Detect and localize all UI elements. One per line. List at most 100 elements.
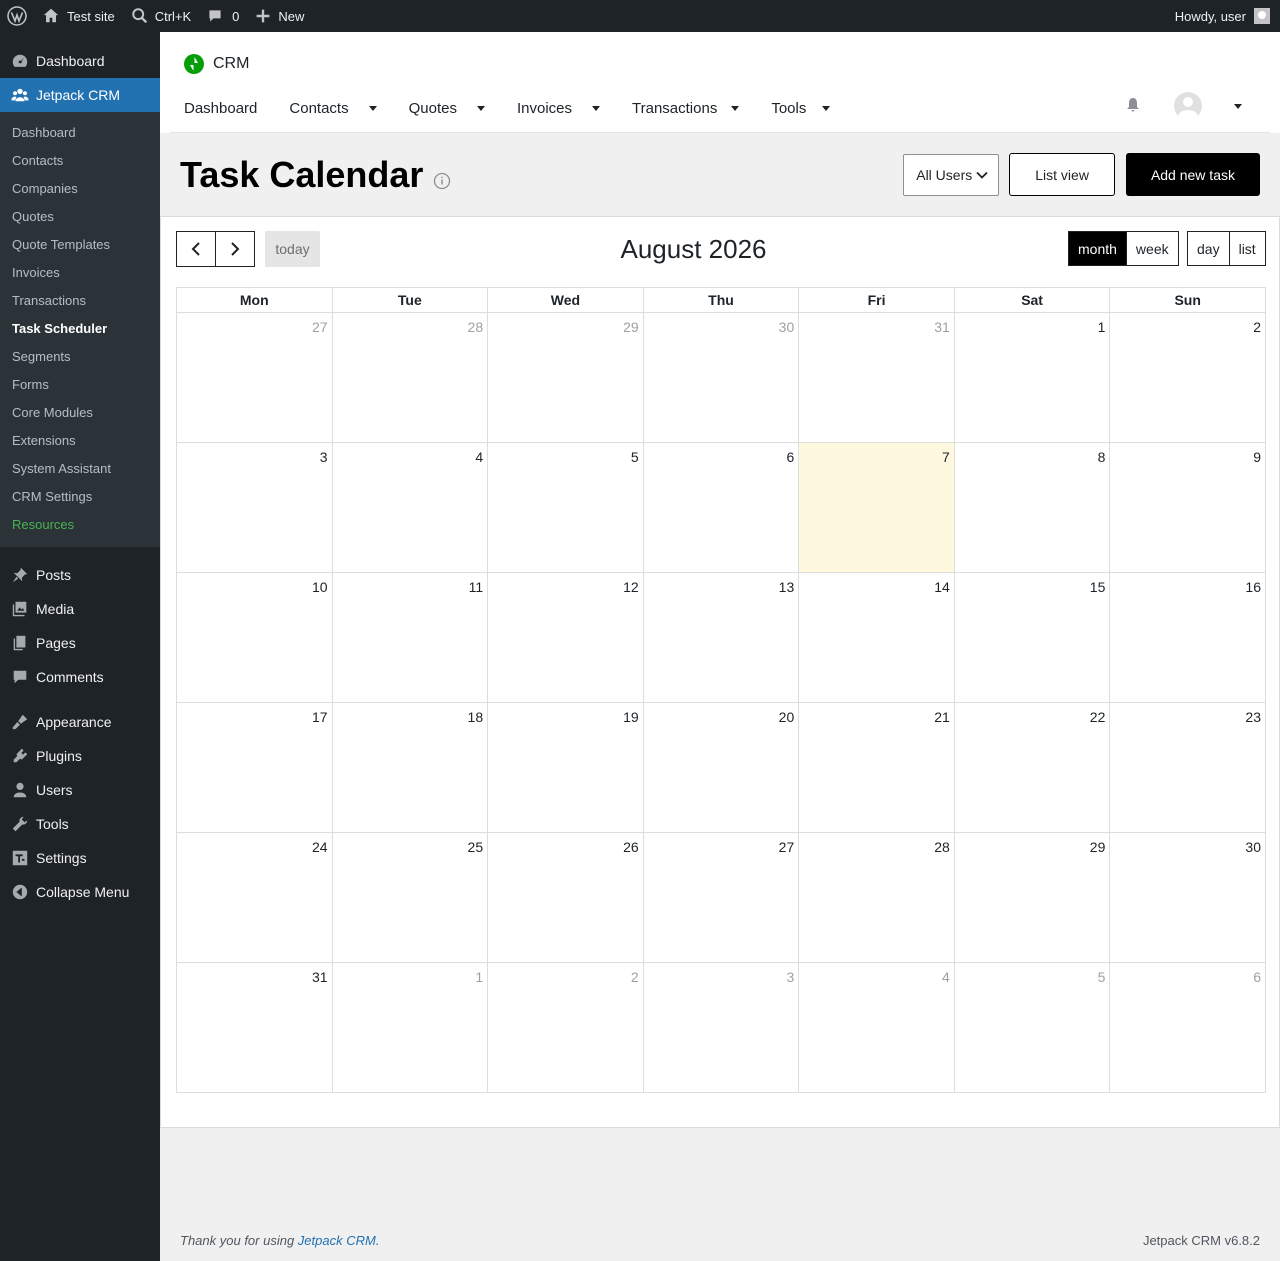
submenu-segments[interactable]: Segments — [0, 343, 160, 371]
day-number[interactable]: 2 — [1253, 319, 1261, 335]
calendar-day-cell[interactable]: 8 — [953, 442, 1111, 573]
day-number[interactable]: 26 — [623, 839, 639, 855]
account-menu-caret-icon[interactable] — [1234, 103, 1242, 109]
day-number[interactable]: 21 — [934, 709, 950, 725]
calendar-day-cell[interactable]: 29 — [953, 832, 1111, 963]
submenu-dashboard[interactable]: Dashboard — [0, 119, 160, 147]
calendar-day-cell[interactable]: 2 — [487, 962, 644, 1093]
submenu-forms[interactable]: Forms — [0, 371, 160, 399]
calendar-day-cell[interactable]: 1 — [331, 962, 489, 1093]
menu-comments[interactable]: Comments — [0, 660, 160, 694]
day-number[interactable]: 25 — [468, 839, 484, 855]
calendar-day-cell[interactable]: 27 — [642, 832, 800, 963]
calendar-day-cell[interactable]: 5 — [953, 962, 1111, 1093]
calendar-day-cell[interactable]: 31 — [176, 962, 333, 1093]
nav-quotes[interactable]: Quotes — [409, 100, 485, 117]
calendar-day-cell[interactable]: 10 — [176, 572, 333, 703]
calendar-day-cell[interactable]: 6 — [642, 442, 800, 573]
day-number[interactable]: 15 — [1090, 579, 1106, 595]
submenu-invoices[interactable]: Invoices — [0, 259, 160, 287]
day-number[interactable]: 3 — [320, 449, 328, 465]
view-week-button[interactable]: week — [1126, 231, 1179, 266]
menu-media[interactable]: Media — [0, 592, 160, 626]
crm-brand[interactable]: CRM — [184, 54, 249, 74]
submenu-contacts[interactable]: Contacts — [0, 147, 160, 175]
day-number[interactable]: 1 — [1098, 319, 1106, 335]
day-number[interactable]: 30 — [1245, 839, 1261, 855]
user-filter-select[interactable]: All Users — [903, 153, 1000, 196]
jetpack-crm-link[interactable]: Jetpack CRM — [298, 1233, 376, 1248]
day-number[interactable]: 12 — [623, 579, 639, 595]
calendar-day-cell[interactable]: 1 — [953, 312, 1111, 443]
day-number[interactable]: 13 — [779, 579, 795, 595]
day-number[interactable]: 17 — [312, 709, 328, 725]
calendar-day-cell[interactable]: 12 — [487, 572, 644, 703]
submenu-system-assistant[interactable]: System Assistant — [0, 455, 160, 483]
site-name-link[interactable]: Test site — [34, 0, 123, 32]
day-number[interactable]: 18 — [468, 709, 484, 725]
calendar-day-cell[interactable]: 23 — [1109, 702, 1266, 833]
my-account-link[interactable]: Howdy, user — [1167, 0, 1280, 32]
day-number[interactable]: 20 — [779, 709, 795, 725]
list-view-button[interactable]: List view — [1009, 153, 1115, 196]
user-avatar[interactable] — [1174, 92, 1202, 120]
day-number[interactable]: 10 — [312, 579, 328, 595]
menu-pages[interactable]: Pages — [0, 626, 160, 660]
calendar-day-cell[interactable]: 4 — [331, 442, 489, 573]
day-number[interactable]: 19 — [623, 709, 639, 725]
nav-tools[interactable]: Tools — [771, 100, 831, 117]
nav-dashboard[interactable]: Dashboard — [184, 100, 257, 117]
day-number[interactable]: 14 — [934, 579, 950, 595]
day-number[interactable]: 3 — [786, 969, 794, 985]
submenu-extensions[interactable]: Extensions — [0, 427, 160, 455]
day-number[interactable]: 30 — [779, 319, 795, 335]
day-number[interactable]: 28 — [468, 319, 484, 335]
menu-appearance[interactable]: Appearance — [0, 705, 160, 739]
calendar-day-cell[interactable]: 28 — [798, 832, 955, 963]
day-number[interactable]: 16 — [1245, 579, 1261, 595]
menu-tools[interactable]: Tools — [0, 807, 160, 841]
calendar-day-cell[interactable]: 21 — [798, 702, 955, 833]
view-month-button[interactable]: month — [1068, 231, 1127, 266]
calendar-day-cell[interactable]: 29 — [487, 312, 644, 443]
calendar-day-cell[interactable]: 9 — [1109, 442, 1266, 573]
nav-contacts[interactable]: Contacts — [289, 100, 377, 117]
day-number[interactable]: 29 — [623, 319, 639, 335]
wordpress-logo-icon[interactable] — [0, 0, 34, 32]
day-number[interactable]: 22 — [1090, 709, 1106, 725]
day-number[interactable]: 11 — [469, 579, 484, 595]
day-number[interactable]: 23 — [1245, 709, 1261, 725]
nav-transactions[interactable]: Transactions — [632, 100, 740, 117]
calendar-day-cell[interactable]: 25 — [331, 832, 489, 963]
calendar-day-cell[interactable]: 3 — [642, 962, 800, 1093]
menu-users[interactable]: Users — [0, 773, 160, 807]
calendar-day-cell[interactable]: 5 — [487, 442, 644, 573]
calendar-day-cell[interactable]: 15 — [953, 572, 1111, 703]
day-number[interactable]: 5 — [1098, 969, 1106, 985]
day-number[interactable]: 2 — [631, 969, 639, 985]
calendar-day-cell[interactable]: 27 — [176, 312, 333, 443]
day-number[interactable]: 9 — [1253, 449, 1261, 465]
calendar-day-cell[interactable]: 26 — [487, 832, 644, 963]
submenu-transactions[interactable]: Transactions — [0, 287, 160, 315]
day-number[interactable]: 31 — [312, 969, 328, 985]
submenu-task-scheduler[interactable]: Task Scheduler — [0, 315, 160, 343]
day-number[interactable]: 31 — [934, 319, 950, 335]
notifications-bell-icon[interactable] — [1126, 97, 1140, 116]
day-number[interactable]: 8 — [1098, 449, 1106, 465]
submenu-quotes[interactable]: Quotes — [0, 203, 160, 231]
calendar-day-cell[interactable]: 3 — [176, 442, 333, 573]
calendar-day-cell[interactable]: 2 — [1109, 312, 1266, 443]
menu-dashboard[interactable]: Dashboard — [0, 44, 160, 78]
menu-settings[interactable]: Settings — [0, 841, 160, 875]
calendar-day-cell[interactable]: 17 — [176, 702, 333, 833]
menu-plugins[interactable]: Plugins — [0, 739, 160, 773]
calendar-day-cell[interactable]: 19 — [487, 702, 644, 833]
calendar-day-cell-today[interactable]: 7 — [798, 442, 955, 573]
menu-jetpack-crm[interactable]: Jetpack CRM — [0, 78, 160, 112]
calendar-day-cell[interactable]: 22 — [953, 702, 1111, 833]
calendar-day-cell[interactable]: 4 — [798, 962, 955, 1093]
view-list-button[interactable]: list — [1229, 231, 1266, 266]
view-day-button[interactable]: day — [1187, 231, 1230, 266]
calendar-day-cell[interactable]: 18 — [331, 702, 489, 833]
